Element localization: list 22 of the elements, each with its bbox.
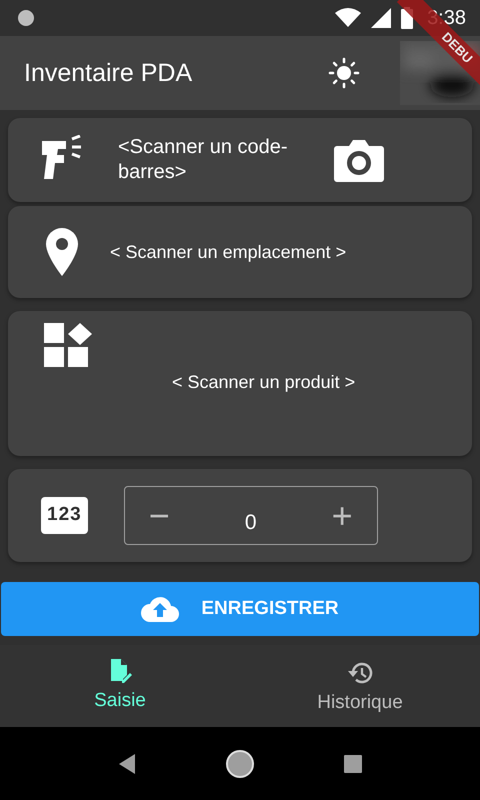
scan-barcode-prompt: <Scanner un code-barres> [118, 135, 289, 185]
back-icon[interactable] [117, 752, 137, 774]
quantity-value: 0 [244, 510, 257, 536]
scan-product-prompt: < Scanner un produit > [172, 371, 356, 394]
cloud-upload-icon [141, 596, 180, 622]
widgets-icon [44, 323, 94, 369]
nav-tab[interactable]: Historique [240, 645, 480, 727]
signal-icon [371, 8, 392, 28]
recents-icon[interactable] [343, 754, 363, 774]
clock-time: 3:38 [427, 6, 466, 31]
number-icon: 123 [41, 497, 88, 534]
app-title: Inventaire PDA [24, 58, 194, 88]
location-pin-icon [44, 226, 80, 278]
nav-tab[interactable]: Saisie [0, 645, 240, 727]
wifi-icon [335, 8, 362, 28]
home-icon[interactable] [225, 748, 255, 778]
sync-icon [16, 8, 36, 28]
theme-toggle-icon[interactable] [328, 57, 360, 89]
increment-button[interactable]: + [324, 498, 361, 534]
decrement-button[interactable]: − [140, 498, 178, 534]
scan-location-prompt: < Scanner un emplacement > [110, 240, 346, 264]
quantity-stepper[interactable]: − 0 + [124, 486, 378, 545]
